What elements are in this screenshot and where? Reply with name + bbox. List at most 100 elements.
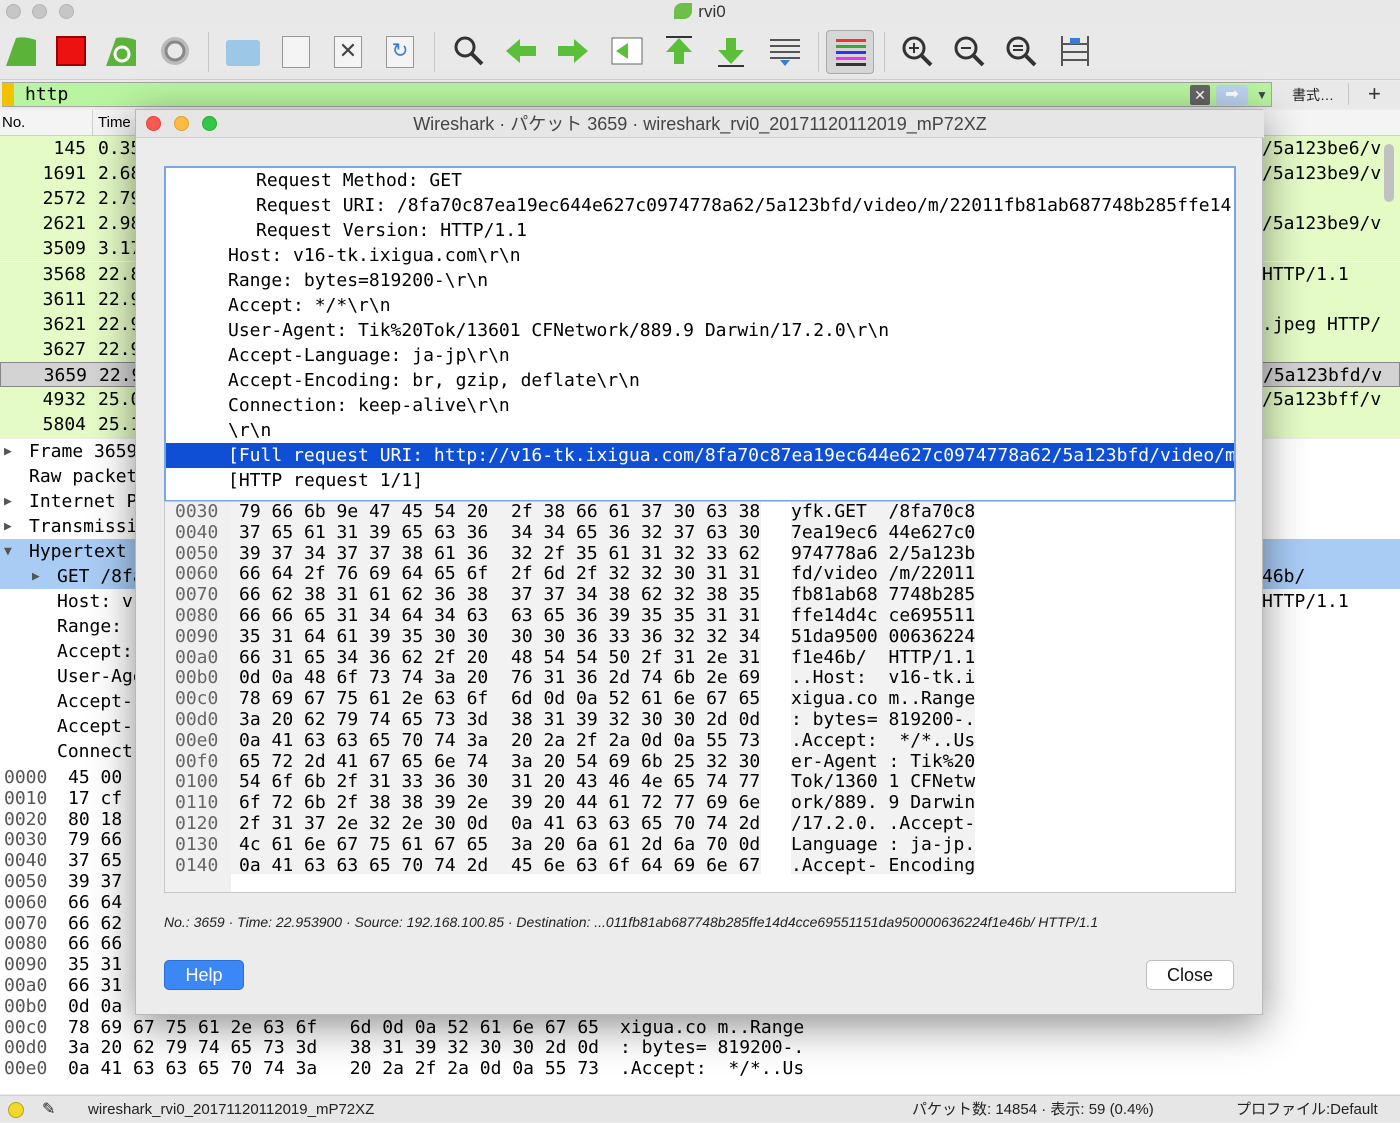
expander-arrow-icon[interactable]: ▶: [4, 489, 12, 514]
hex-bytes-right: 37 37 34 38 62 32 38 35: [511, 584, 761, 606]
dialog-close-light[interactable]: [146, 116, 161, 131]
detail-label: Hypertext: [29, 541, 127, 562]
status-profile[interactable]: プロファイル:Default: [1236, 1096, 1378, 1123]
first-packet-icon[interactable]: [662, 34, 696, 68]
zoom-out-icon[interactable]: [952, 34, 986, 68]
hex-bytes: 39 37: [68, 871, 123, 892]
capture-options-icon[interactable]: [158, 34, 192, 68]
hex-ascii: ork/889. 9 Darwin: [791, 792, 976, 814]
detail-label: User-Age: [57, 666, 144, 687]
hex-bytes-right: 20 2a 2f 2a 0d 0a 55 73: [511, 729, 761, 751]
add-filter-button-icon[interactable]: +: [1368, 81, 1381, 107]
tree-row[interactable]: Request URI: /8fa70c87ea19ec644e627c0974…: [166, 193, 1234, 218]
go-back-icon[interactable]: [504, 34, 538, 68]
tree-row[interactable]: Host: v16-tk.ixigua.com\r\n: [166, 243, 1234, 268]
tree-row[interactable]: [Full request URI: http://v16-tk.ixigua.…: [166, 443, 1234, 468]
close-button[interactable]: Close: [1146, 960, 1234, 990]
expander-arrow-icon[interactable]: ▼: [4, 539, 12, 564]
tree-row[interactable]: Connection: keep-alive\r\n: [166, 393, 1234, 418]
restart-capture-icon[interactable]: [104, 34, 138, 68]
tree-row[interactable]: [HTTP request 1/1]: [166, 468, 1234, 493]
comment-icon[interactable]: ✎: [42, 1096, 55, 1123]
filter-format-button[interactable]: 書式…: [1292, 84, 1334, 106]
hex-ascii: yfk.GET /8fa70c8: [791, 501, 976, 522]
zoom-window-button[interactable]: [59, 4, 74, 19]
colorize-toggle[interactable]: [826, 30, 874, 74]
packet-info: /5a123bfd/v: [1263, 364, 1383, 386]
close-window-button[interactable]: [6, 4, 21, 19]
hex-offset: 0050: [4, 871, 48, 892]
zoom-in-icon[interactable]: [900, 34, 934, 68]
display-filter-input[interactable]: http: [2, 82, 1272, 107]
apply-filter-icon[interactable]: ➡: [1216, 85, 1248, 105]
go-to-packet-icon[interactable]: [610, 34, 644, 68]
hex-offset: 00e0: [4, 1058, 48, 1080]
tree-row-label: Request Version: HTTP/1.1: [256, 220, 527, 241]
dialog-zoom-light[interactable]: [202, 116, 217, 131]
tree-row-label: Request URI: /8fa70c87ea19ec644e627c0974…: [256, 195, 1232, 216]
close-file-icon[interactable]: ✕: [334, 36, 362, 68]
normal-size-icon[interactable]: [1004, 34, 1038, 68]
detail-label: Range:: [57, 616, 133, 637]
tree-row[interactable]: Accept-Encoding: br, gzip, deflate\r\n: [166, 368, 1234, 393]
hex-offset: 0050: [175, 542, 219, 564]
hex-bytes-right: 48 54 54 50 2f 31 2e 31: [511, 646, 761, 668]
tree-row-label: Host: v16-tk.ixigua.com\r\n: [228, 245, 521, 266]
hex-ascii: .Accept: */*..Us: [791, 729, 976, 751]
expander-arrow-icon[interactable]: ▶: [4, 439, 12, 464]
hex-bytes: 78 69 67 75 61 2e 63 6f 6d 0d 0a 52 61 6…: [68, 1016, 600, 1038]
go-forward-icon[interactable]: [556, 34, 590, 68]
reload-file-icon[interactable]: ↻: [386, 36, 414, 68]
tree-row[interactable]: Request Version: HTTP/1.1: [166, 218, 1234, 243]
tree-row[interactable]: User-Agent: Tik%20Tok/13601 CFNetwork/88…: [166, 318, 1234, 343]
hex-bytes-right: 34 34 65 36 32 37 63 30: [511, 521, 761, 543]
auto-scroll-icon[interactable]: [768, 34, 802, 68]
stop-capture-icon[interactable]: [56, 36, 86, 66]
hex-offset: 00c0: [4, 1016, 48, 1038]
hex-offset: 0060: [175, 563, 219, 585]
bookmark-icon[interactable]: [2, 83, 14, 106]
help-button[interactable]: Help: [164, 960, 244, 990]
hex-offset: 0030: [4, 829, 48, 851]
column-header-time[interactable]: Time: [98, 110, 131, 136]
hex-bytes-right: 2f 6d 2f 32 32 30 31 31: [511, 563, 761, 585]
packet-list-scrollbar[interactable]: [1384, 144, 1394, 202]
hex-offset: 0030: [175, 501, 219, 522]
hex-bytes-left: 66 66 65 31 34 64 34 63: [239, 605, 489, 626]
open-file-icon[interactable]: [226, 40, 260, 66]
hex-bytes-left: 54 6f 6b 2f 31 33 36 30: [239, 771, 489, 793]
dialog-minimize-light[interactable]: [174, 116, 189, 131]
dialog-packet-tree[interactable]: Request Method: GET Request URI: /8fa70c8…: [164, 166, 1236, 502]
find-packet-icon[interactable]: [452, 34, 486, 68]
dialog-packet-bytes[interactable]: 0030 79 66 6b 9e 47 45 54 20 2f 38 66 61 3…: [164, 501, 1236, 893]
expander-arrow-icon[interactable]: ▶: [32, 564, 40, 589]
tree-row-label: Connection: keep-alive\r\n: [228, 395, 510, 416]
hex-offset: 00a0: [4, 975, 48, 996]
hex-ascii: .Accept- Encoding: [791, 854, 976, 876]
packet-info: HTTP/1.1: [1262, 263, 1349, 285]
hex-bytes-right: 2f 38 66 61 37 30 63 38: [511, 501, 761, 522]
expert-info-icon[interactable]: [8, 1102, 24, 1118]
tree-row[interactable]: Range: bytes=819200-\r\n: [166, 268, 1234, 293]
last-packet-icon[interactable]: [714, 34, 748, 68]
start-capture-icon[interactable]: [4, 34, 38, 68]
resize-columns-icon[interactable]: [1058, 34, 1092, 68]
clear-filter-icon[interactable]: ✕: [1190, 85, 1210, 105]
hex-offset: 0000: [4, 767, 48, 788]
tree-row[interactable]: Accept: */*\r\n: [166, 293, 1234, 318]
column-header-no[interactable]: No.: [2, 110, 25, 136]
tree-row[interactable]: \r\n: [166, 418, 1234, 443]
hex-ascii: f1e46b/ HTTP/1.1: [791, 646, 976, 668]
tree-row[interactable]: Request Method: GET: [166, 168, 1234, 193]
tree-row[interactable]: Accept-Language: ja-jp\r\n: [166, 343, 1234, 368]
tree-row-label: Accept-Encoding: br, gzip, deflate\r\n: [228, 370, 640, 391]
hex-bytes-left: 65 72 2d 41 67 65 6e 74: [239, 750, 489, 772]
filter-history-chevron-icon[interactable]: ▼: [1254, 85, 1270, 105]
hex-ascii: fb81ab68 7748b285: [791, 584, 976, 606]
save-file-icon[interactable]: [282, 36, 310, 68]
minimize-window-button[interactable]: [32, 4, 47, 19]
hex-offset: 0040: [4, 850, 48, 872]
expander-arrow-icon[interactable]: ▶: [4, 514, 12, 539]
colorize-icon: [836, 39, 866, 66]
packet-no: 4932: [42, 389, 86, 410]
